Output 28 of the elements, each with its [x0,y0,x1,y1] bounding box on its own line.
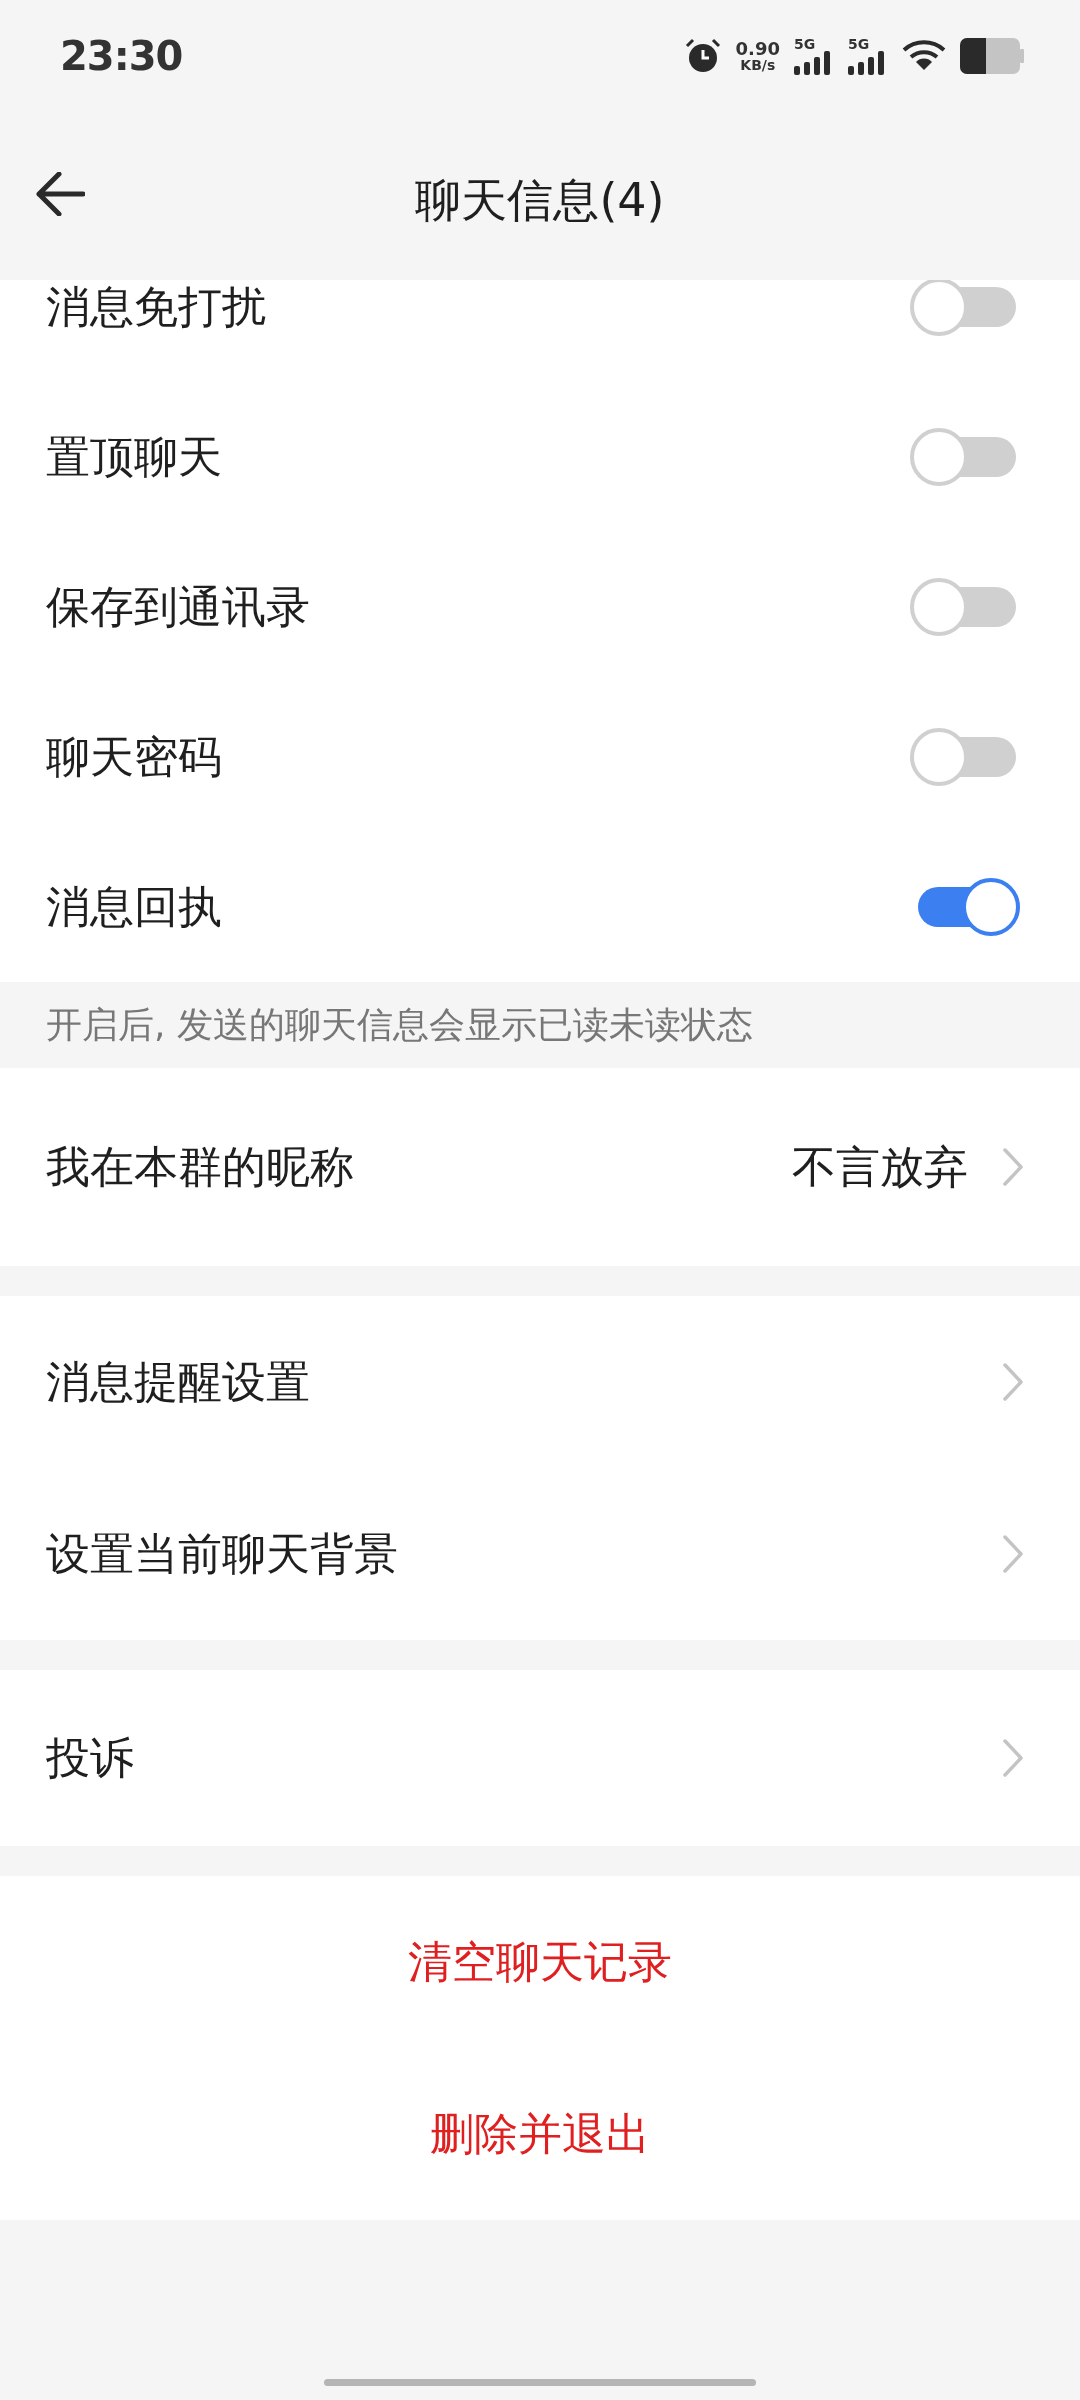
row-label: 投诉 [46,1731,134,1785]
battery-icon [960,38,1024,74]
nickname-value: 不言放弃 [792,1140,968,1194]
setting-label: 保存到通讯录 [46,580,310,634]
network-type: 5G [848,37,870,51]
nickname-row[interactable]: 我在本群的昵称 不言放弃 [0,1068,1080,1266]
status-time: 23:30 [60,32,183,81]
alarm-clock-icon [683,37,722,75]
back-arrow-icon [35,172,85,216]
setting-label: 消息免打扰 [46,280,266,334]
row-label: 我在本群的昵称 [46,1140,354,1194]
setting-label: 消息回执 [46,880,222,934]
setting-label: 聊天密码 [46,730,222,784]
chevron-right-icon [1002,1534,1024,1574]
page-title: 聊天信息(4) [415,171,665,229]
row-label: 消息提醒设置 [46,1355,310,1409]
row-label: 设置当前聊天背景 [46,1527,398,1581]
chevron-right-icon [1002,1738,1024,1778]
chevron-right-icon [1002,1362,1024,1402]
chevron-right-icon [1002,1147,1024,1187]
speed-unit: KB/s [740,58,776,72]
setting-label: 置顶聊天 [46,430,222,484]
toggle-hint: 开启后, 发送的聊天信息会显示已读未读状态 [46,1003,753,1047]
network-type: 5G [794,37,816,51]
settings-row[interactable]: 设置当前聊天背景 [0,1468,1080,1640]
settings-row[interactable]: 投诉 [0,1670,1080,1846]
network-speed: 0.90 [735,40,780,58]
settings-row[interactable]: 消息提醒设置 [0,1296,1080,1468]
